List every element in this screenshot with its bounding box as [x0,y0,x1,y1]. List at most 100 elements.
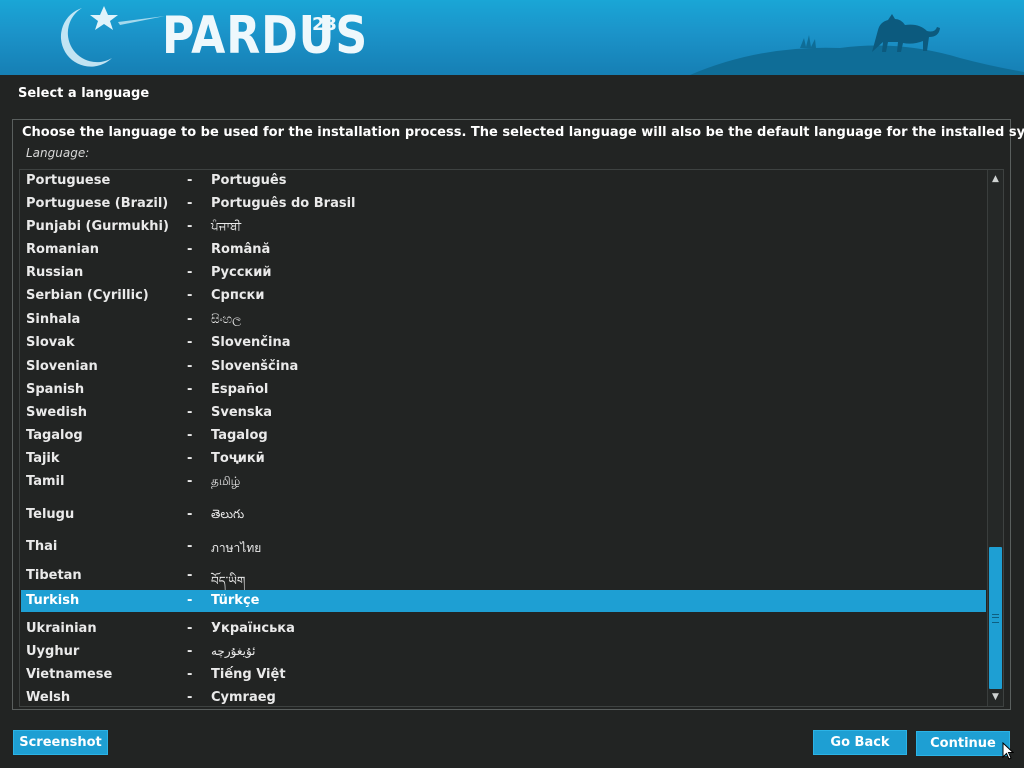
language-english-name: Swedish [26,405,87,420]
separator-dash: - [187,219,193,234]
scroll-grip-icon [992,614,999,623]
separator-dash: - [187,539,193,554]
language-english-name: Sinhala [26,312,81,327]
brand-logo: PARDUS [162,6,369,66]
language-english-name: Uyghur [26,644,80,659]
list-item[interactable]: Vietnamese - Tiếng Việt [21,664,986,686]
language-english-name: Spanish [26,382,85,397]
list-item[interactable]: Spanish - Español [21,379,986,401]
language-list[interactable]: Portuguese - Português Portuguese (Brazil) -… [19,169,1004,707]
language-english-name: Ukrainian [26,621,97,636]
mouse-cursor-icon [1002,742,1014,760]
language-english-name: Portuguese (Brazil) [26,196,169,211]
language-english-name: Telugu [26,507,75,522]
separator-dash: - [187,690,193,705]
list-item[interactable]: Swedish - Svenska [21,402,986,424]
language-english-name: Russian [26,265,84,280]
language-native-name: ئۇيغۇرچە [211,644,256,658]
separator-dash: - [187,474,193,489]
separator-dash: - [187,242,193,257]
list-item[interactable]: Slovak - Slovenčina [21,332,986,354]
language-native-name: Türkçe [211,593,260,608]
star-icon [90,6,118,30]
instruction-text: Choose the language to be used for the i… [22,125,1024,140]
separator-dash: - [187,644,193,659]
list-item[interactable]: Romanian - Română [21,239,986,261]
separator-dash: - [187,196,193,211]
language-native-name: Slovenčina [211,335,291,350]
list-item[interactable]: Tamil - தமிழ் [21,471,986,493]
separator-dash: - [187,335,193,350]
brand-version: 23 [312,14,338,35]
page-title: Select a language [18,86,150,101]
language-native-name: Română [211,242,271,257]
language-english-name: Tibetan [26,568,82,583]
language-native-name: Русский [211,265,272,280]
language-native-name: Српски [211,288,265,303]
list-item[interactable]: Tajik - Тоҷикӣ [21,448,986,470]
language-english-name: Slovenian [26,359,98,374]
screenshot-button[interactable]: Screenshot [13,730,108,755]
language-list-scrollbar[interactable]: ▲ ▼ [987,170,1003,706]
language-native-name: Português do Brasil [211,196,356,211]
language-english-name: Serbian (Cyrillic) [26,288,149,303]
banner-artwork [60,6,1024,75]
list-item[interactable]: Tibetan - བོད་ཡིག [21,565,986,588]
scroll-thumb[interactable] [989,547,1002,689]
language-english-name: Tagalog [26,428,83,443]
language-english-name: Punjabi (Gurmukhi) [26,219,169,234]
list-item[interactable]: Serbian (Cyrillic) - Српски [21,285,986,307]
scroll-up-icon[interactable]: ▲ [988,172,1003,186]
separator-dash: - [187,265,193,280]
separator-dash: - [187,428,193,443]
language-native-name: Tiếng Việt [211,667,286,682]
separator-dash: - [187,451,193,466]
list-item-selected[interactable]: Turkish - Türkçe [21,590,986,612]
separator-dash: - [187,507,193,522]
separator-dash: - [187,359,193,374]
language-native-name: සිංහල [211,312,242,326]
language-native-name: Español [211,382,269,397]
list-item[interactable]: Uyghur - ئۇيغۇرچە [21,641,986,663]
language-native-name: Slovenščina [211,359,299,374]
separator-dash: - [187,568,193,583]
language-native-name: Tagalog [211,428,268,443]
language-english-name: Tamil [26,474,65,489]
language-english-name: Romanian [26,242,99,257]
language-native-name: ਪੰਜਾਬੀ [211,219,242,233]
list-item[interactable]: Sinhala - සිංහල [21,309,986,331]
language-native-name: Svenska [211,405,273,420]
separator-dash: - [187,382,193,397]
list-item[interactable]: Thai - ภาษาไทย [21,536,986,558]
language-english-name: Welsh [26,690,71,705]
list-item[interactable]: Portuguese (Brazil) - Português do Brasil [21,193,986,215]
scroll-down-icon[interactable]: ▼ [988,690,1003,704]
list-item[interactable]: Punjabi (Gurmukhi) - ਪੰਜਾਬੀ [21,216,986,238]
language-english-name: Thai [26,539,58,554]
list-item[interactable]: Welsh - Cymraeg [21,687,986,706]
language-list-label: Language: [26,146,90,160]
language-english-name: Tajik [26,451,60,466]
separator-dash: - [187,405,193,420]
separator-dash: - [187,667,193,682]
language-english-name: Vietnamese [26,667,113,682]
list-item[interactable]: Tagalog - Tagalog [21,425,986,447]
separator-dash: - [187,312,193,327]
language-native-name: Тоҷикӣ [211,451,265,466]
continue-button[interactable]: Continue [916,731,1010,756]
list-item[interactable]: Telugu - తెలుగు [21,504,986,526]
language-native-name: தமிழ் [211,474,241,488]
language-english-name: Portuguese [26,173,111,188]
language-native-name: ภาษาไทย [211,541,262,555]
language-native-name: Українська [211,621,295,636]
separator-dash: - [187,621,193,636]
language-english-name: Turkish [26,593,80,608]
list-item[interactable]: Ukrainian - Українська [21,618,986,640]
go-back-button[interactable]: Go Back [813,730,907,755]
pardus-banner: PARDUS 23 [0,0,1024,75]
separator-dash: - [187,288,193,303]
language-native-name: తెలుగు [211,507,245,521]
list-item[interactable]: Slovenian - Slovenščina [21,356,986,378]
list-item[interactable]: Portuguese - Português [21,170,986,192]
list-item[interactable]: Russian - Русский [21,262,986,284]
